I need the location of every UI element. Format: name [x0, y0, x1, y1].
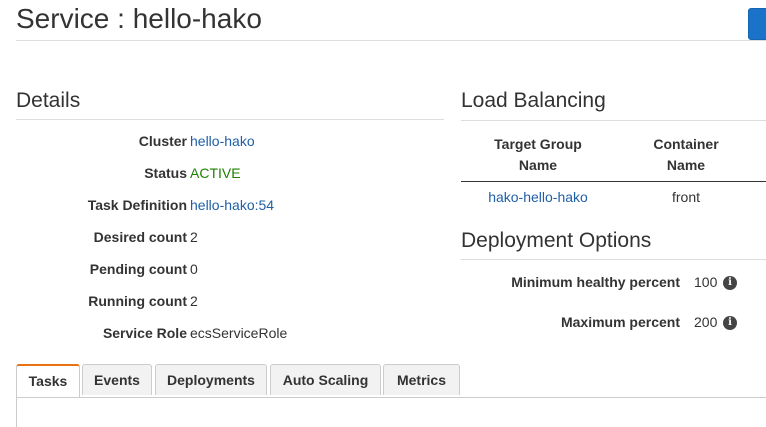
load-balancing-heading: Load Balancing — [461, 89, 606, 112]
tab-tasks[interactable]: Tasks — [16, 364, 80, 398]
load-balancing-table-header: Target Group Name Container Name — [461, 120, 766, 182]
target-group-link[interactable]: hako-hello-hako — [473, 189, 603, 205]
info-icon[interactable]: i — [723, 276, 737, 290]
details-divider — [16, 119, 444, 120]
task-definition-link[interactable]: hello-hako:54 — [190, 197, 274, 213]
details-heading: Details — [16, 89, 81, 112]
detail-row-running-count: Running count 2 — [16, 293, 436, 313]
detail-label: Cluster — [138, 133, 187, 149]
pending-count-value: 0 — [190, 261, 198, 277]
service-role-value: ecsServiceRole — [190, 325, 288, 341]
deployment-row-maximum-percent: Maximum percent 200 i — [461, 314, 766, 334]
detail-row-desired-count: Desired count 2 — [16, 229, 436, 249]
cluster-link[interactable]: hello-hako — [190, 133, 255, 149]
tab-auto-scaling[interactable]: Auto Scaling — [270, 364, 381, 395]
tab-deployments[interactable]: Deployments — [155, 364, 267, 395]
info-icon[interactable]: i — [723, 316, 737, 330]
deployment-options-heading: Deployment Options — [461, 229, 652, 252]
deployment-row-minimum-healthy: Minimum healthy percent 100 i — [461, 274, 766, 294]
detail-row-task-definition: Task Definition hello-hako:54 — [16, 197, 436, 217]
detail-row-pending-count: Pending count 0 — [16, 261, 436, 281]
detail-label: Running count — [88, 293, 187, 309]
detail-label: Service Role — [102, 325, 187, 341]
detail-label: Pending count — [89, 261, 187, 277]
tab-content-panel — [16, 397, 766, 427]
deployment-label: Maximum percent — [560, 314, 680, 330]
minimum-healthy-value: 100 — [694, 274, 718, 290]
detail-label: Task Definition — [87, 197, 187, 213]
column-header-target-group: Target Group Name — [494, 136, 582, 173]
tab-bar: Tasks Events Deployments Auto Scaling Me… — [16, 364, 766, 398]
detail-row-service-role: Service Role ecsServiceRole — [16, 325, 436, 345]
detail-label: Status — [144, 165, 187, 181]
detail-row-cluster: Cluster hello-hako — [16, 133, 436, 153]
container-name-value: front — [671, 189, 700, 205]
deployment-label: Minimum healthy percent — [511, 274, 680, 290]
page-title: Service : hello-hako — [16, 3, 262, 34]
tab-metrics[interactable]: Metrics — [383, 364, 460, 395]
status-value: ACTIVE — [190, 165, 241, 181]
desired-count-value: 2 — [190, 229, 198, 245]
title-divider — [16, 40, 766, 41]
column-header-container: Container Name — [653, 136, 719, 173]
maximum-percent-value: 200 — [694, 314, 718, 330]
detail-label: Desired count — [93, 229, 187, 245]
running-count-value: 2 — [190, 293, 198, 309]
detail-row-status: Status ACTIVE — [16, 165, 436, 185]
deployment-options-divider — [461, 259, 766, 260]
tab-events[interactable]: Events — [82, 364, 152, 395]
primary-action-button[interactable] — [748, 8, 766, 40]
